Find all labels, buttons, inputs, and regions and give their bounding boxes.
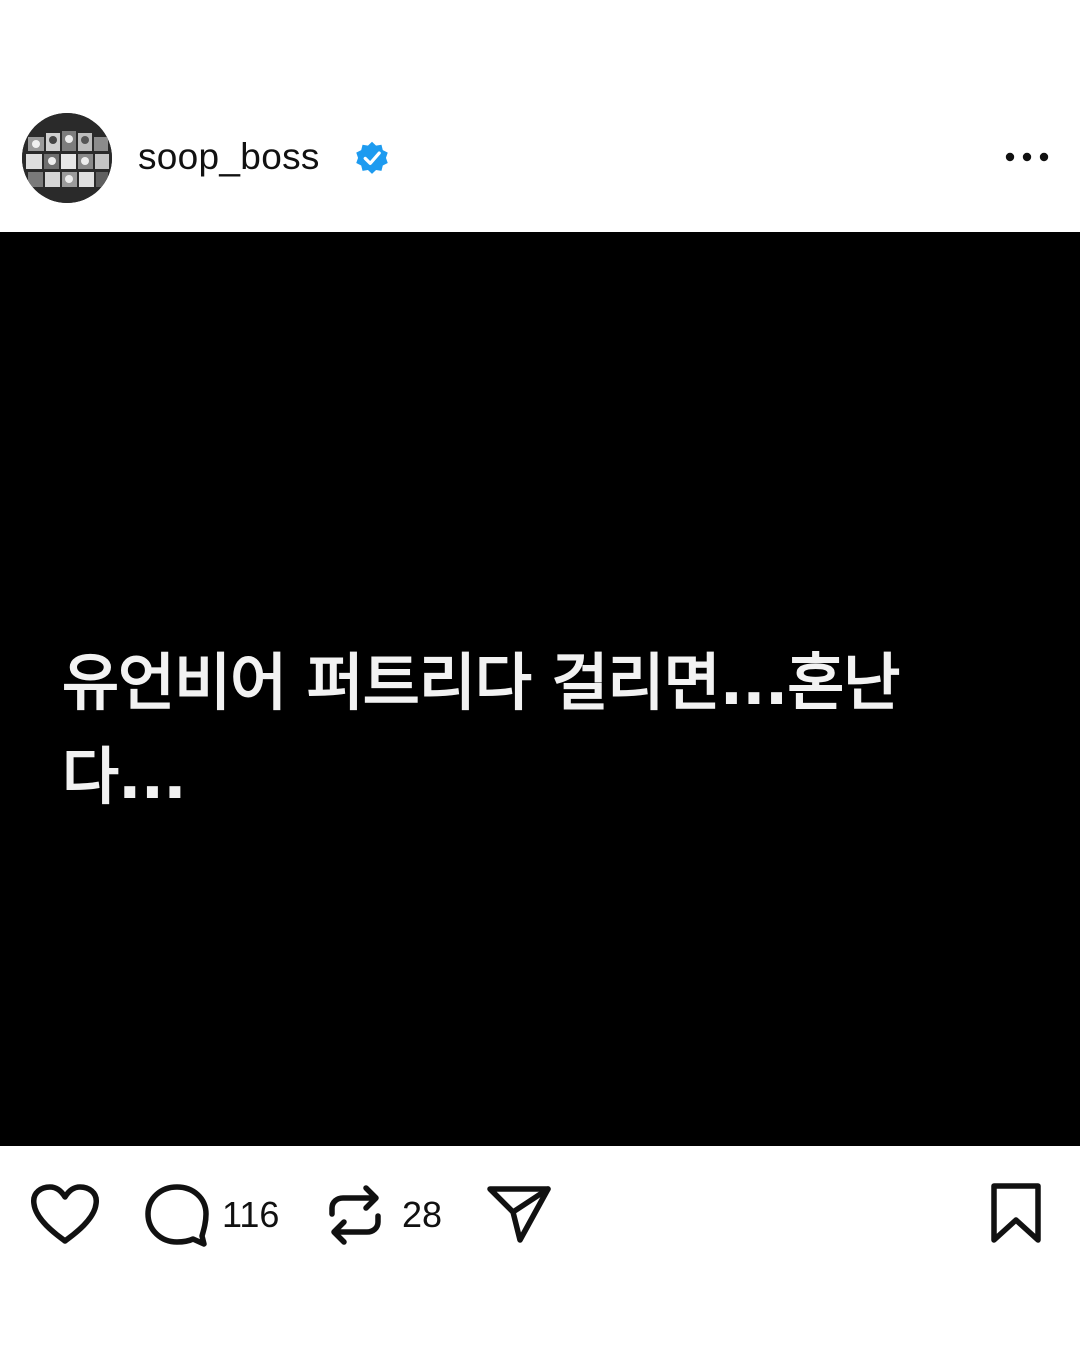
bookmark-icon[interactable] <box>988 1182 1044 1244</box>
repost-icon[interactable] <box>326 1182 384 1248</box>
comment-count: 116 <box>222 1194 280 1235</box>
username[interactable]: soop_boss <box>138 134 320 180</box>
post-header: soop_boss <box>0 0 1080 232</box>
more-options-icon[interactable] <box>1000 140 1054 174</box>
heart-icon[interactable] <box>30 1184 100 1246</box>
media-caption-text: 유언비어 퍼트리다 걸리면...혼난다... <box>62 646 900 813</box>
send-icon[interactable] <box>484 1184 554 1246</box>
post-media[interactable]: 유언비어 퍼트리다 걸리면...혼난다... <box>0 232 1080 1146</box>
comment-icon[interactable] <box>142 1182 212 1248</box>
repost-count: 28 <box>402 1194 443 1235</box>
action-bar: 116 28 <box>0 1146 1080 1350</box>
verified-badge-icon <box>356 141 388 174</box>
profile-avatar[interactable] <box>22 113 112 203</box>
